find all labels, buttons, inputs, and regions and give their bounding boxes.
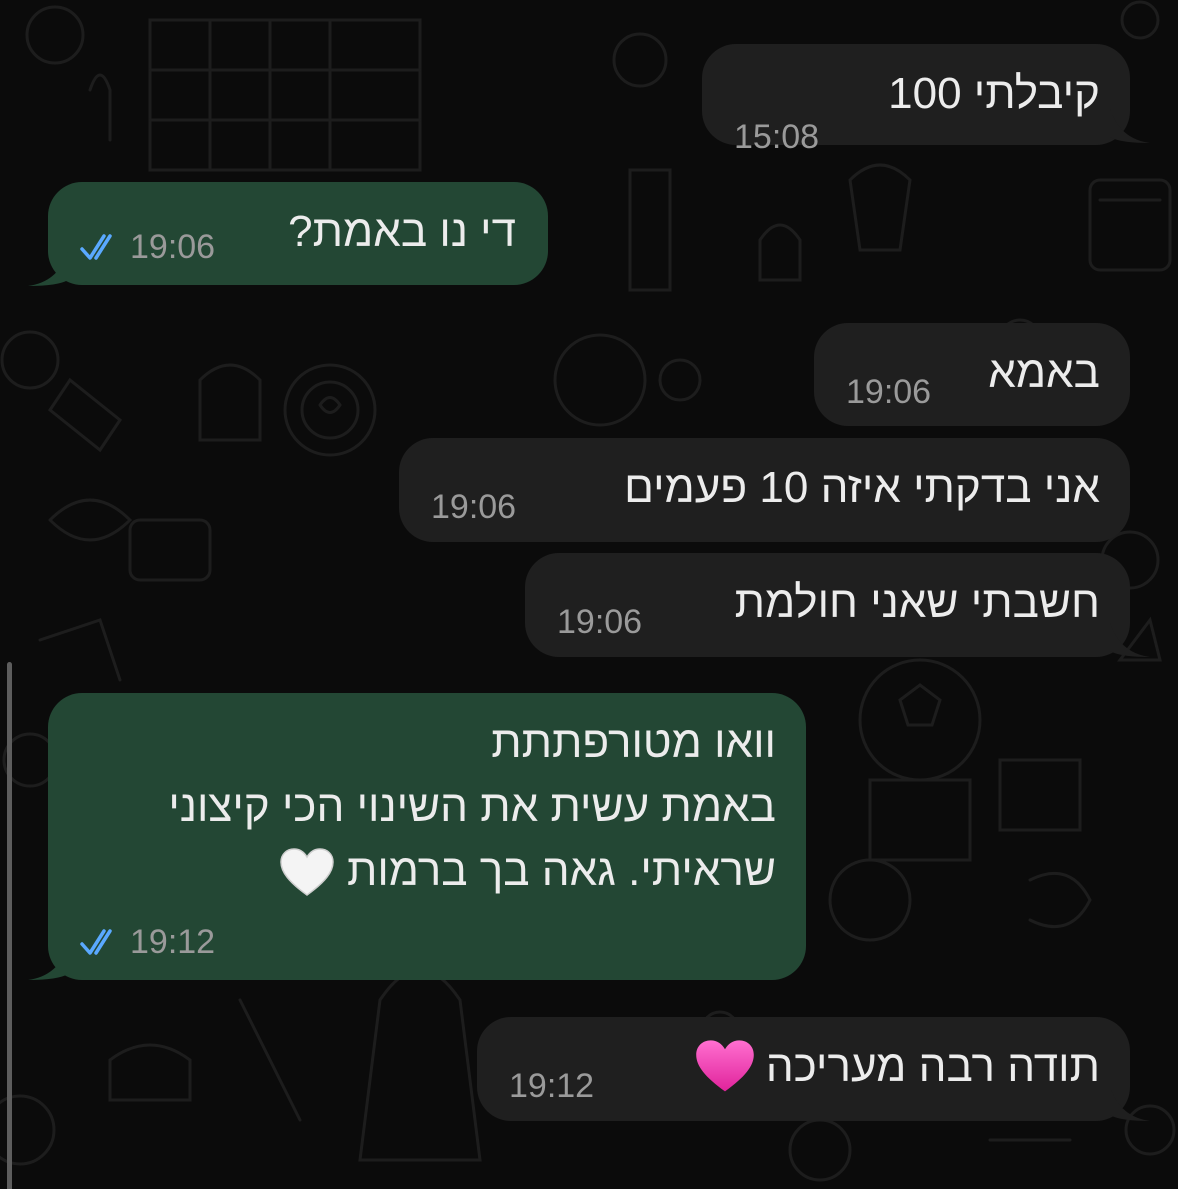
bubble-tail-outgoing [28,946,68,980]
double-check-icon [80,234,112,260]
message-timestamp: 19:06 [557,605,642,639]
message-line-text: שראיתי. גאה בך ברמות [346,846,776,895]
timestamp-label: 19:12 [509,1067,595,1105]
message-text-row: תודה רבה מעריכה [694,1037,1100,1097]
timestamp-label: 19:12 [130,923,216,961]
message-timestamp: 19:12 [80,925,215,959]
pink-heart-icon [696,1040,754,1092]
message-timestamp: 19:06 [431,490,516,524]
message-line: וואו מטורפתתת [491,718,776,767]
white-heart-icon [279,848,334,897]
timestamp-label: 19:06 [557,603,643,641]
chat-view[interactable]: קיבלתי 100 15:08 די נו באמת? 19:06 באמא … [0,0,1178,1189]
message-bubble-outgoing[interactable]: די נו באמת? 19:06 [48,182,548,285]
bubble-tail-incoming [1110,1087,1150,1121]
chat-scrollbar[interactable] [7,662,12,1189]
message-bubble-incoming[interactable]: אני בדקתי איזה 10 פעמים 19:06 [399,438,1130,542]
message-text-block: וואו מטורפתתת באמת עשית את השינוי הכי קי… [168,711,776,903]
timestamp-label: 19:06 [130,228,216,266]
message-line: באמת עשית את השינוי הכי קיצוני [168,782,776,831]
message-bubble-incoming[interactable]: חשבתי שאני חולמת 19:06 [525,553,1130,657]
double-check-icon [80,929,112,955]
message-timestamp: 19:12 [509,1069,594,1103]
message-text: אני בדקתי איזה 10 פעמים [624,463,1100,512]
message-text: קיבלתי 100 [888,69,1100,118]
message-timestamp: 19:06 [846,375,931,409]
message-timestamp: 15:08 [734,120,819,154]
message-bubble-incoming[interactable]: קיבלתי 100 15:08 [702,44,1130,154]
message-text: די נו באמת? [288,207,516,256]
timestamp-label: 15:08 [734,118,820,156]
bubble-tail-outgoing [28,252,68,286]
message-line: שראיתי. גאה בך ברמות [168,839,776,903]
message-text: תודה רבה מעריכה [765,1042,1100,1091]
message-bubble-incoming[interactable]: באמא 19:06 [814,323,1130,426]
message-timestamp: 19:06 [80,230,215,264]
message-text: חשבתי שאני חולמת [734,578,1100,627]
bubble-tail-incoming [1110,109,1150,143]
bubble-tail-incoming [1110,623,1150,657]
timestamp-label: 19:06 [846,373,932,411]
message-text: באמא [988,348,1100,397]
timestamp-label: 19:06 [431,488,517,526]
message-bubble-incoming[interactable]: תודה רבה מעריכה 19:12 [477,1017,1130,1121]
message-bubble-outgoing[interactable]: וואו מטורפתתת באמת עשית את השינוי הכי קי… [48,693,806,980]
